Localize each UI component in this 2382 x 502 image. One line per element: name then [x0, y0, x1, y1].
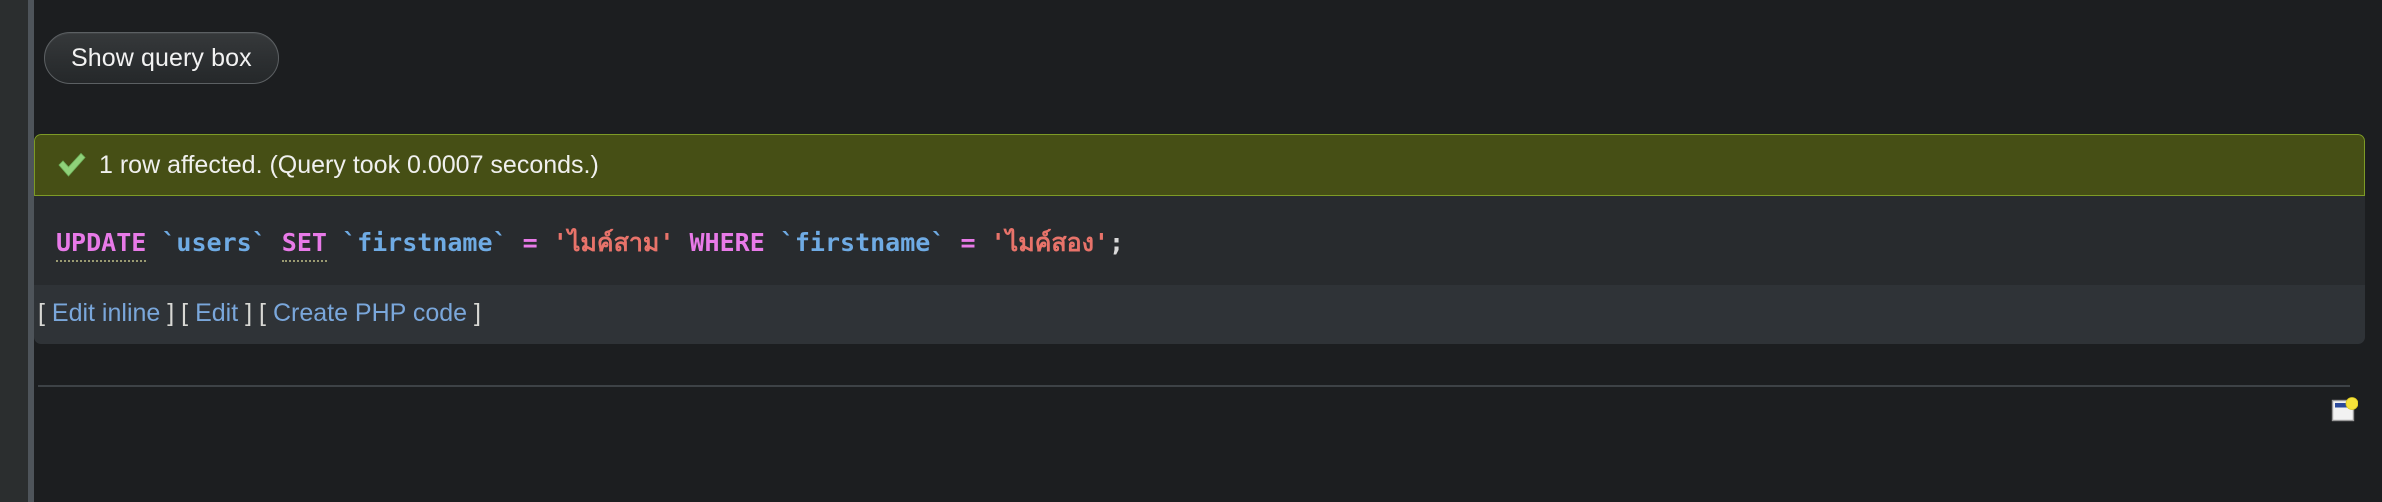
new-window-icon[interactable]	[2330, 396, 2358, 424]
sql-keyword-where: WHERE	[689, 228, 765, 257]
sql-column-set: `firstname`	[342, 228, 508, 257]
sql-value-old: 'ไมค์สอง'	[990, 228, 1109, 257]
sql-keyword-update: UPDATE	[56, 228, 147, 262]
sql-keyword-set: SET	[281, 228, 327, 262]
query-result-panel: 1 row affected. (Query took 0.0007 secon…	[34, 134, 2365, 344]
sql-query-line[interactable]: UPDATE_`users`_SET_`firstname`_=_'ไมค์สา…	[56, 228, 2365, 262]
main-content: Show query box 1 row affected. (Query to…	[34, 0, 2382, 502]
bracket-open-2: [	[181, 299, 189, 327]
bracket-close-3: ]	[473, 299, 481, 327]
sql-operator-equals-set: =	[522, 228, 538, 257]
sql-semicolon: ;	[1108, 228, 1125, 257]
sql-table-name: `users`	[161, 228, 267, 257]
bracket-open-1: [	[38, 299, 45, 327]
app-screen: Show query box 1 row affected. (Query to…	[0, 0, 2382, 502]
toolbar: Show query box	[44, 32, 279, 84]
bracket-open-3: [	[259, 299, 266, 327]
sql-query-area: UPDATE_`users`_SET_`firstname`_=_'ไมค์สา…	[34, 196, 2365, 285]
green-check-icon	[58, 152, 86, 177]
left-rail	[0, 0, 28, 502]
sql-column-where: `firstname`	[779, 228, 946, 257]
create-php-code-link[interactable]: Create PHP code	[273, 299, 467, 327]
success-message-bar: 1 row affected. (Query took 0.0007 secon…	[34, 134, 2365, 196]
show-query-box-button[interactable]: Show query box	[44, 32, 279, 84]
bracket-close-1: ]	[167, 299, 175, 327]
sql-value-new: 'ไมค์สาม'	[552, 228, 675, 257]
sql-operator-equals-where: =	[960, 228, 976, 257]
edit-inline-link[interactable]: Edit inline	[52, 299, 160, 327]
success-message-text: 1 row affected. (Query took 0.0007 secon…	[99, 150, 599, 179]
result-actions-list: [ Edit inline ] [ Edit ] [ Create PHP co…	[38, 299, 2365, 328]
bracket-close-2: ]	[245, 299, 253, 327]
result-actions-bar: [ Edit inline ] [ Edit ] [ Create PHP co…	[34, 285, 2365, 344]
section-divider	[38, 385, 2350, 387]
edit-link[interactable]: Edit	[195, 299, 238, 327]
